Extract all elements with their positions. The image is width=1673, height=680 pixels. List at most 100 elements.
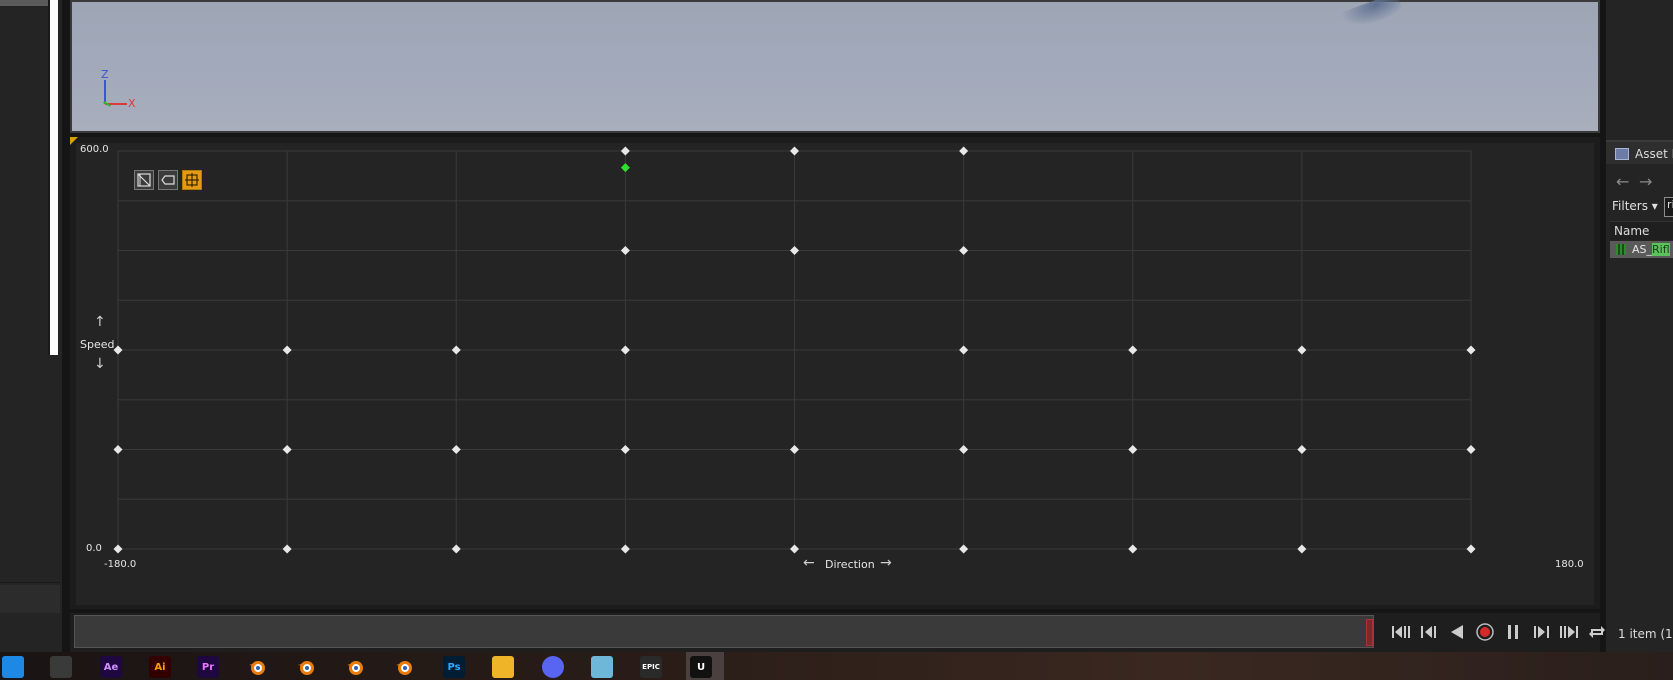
y-axis-down-arrow-icon: ↓ — [94, 356, 106, 372]
app-root: Z X 600.0 0.0 -180.0 180.0 ↑ Speed ↓ ← D… — [0, 0, 1673, 680]
blend-sample-point[interactable] — [959, 146, 969, 156]
blend-sample-point[interactable] — [790, 146, 799, 156]
blend-sample-point[interactable] — [282, 345, 292, 355]
creative-cloud-icon[interactable] — [50, 656, 72, 678]
asset-browser-panel: Asset B ← → Filters ▾ ri Name AS_Rifl 1 … — [1606, 0, 1673, 652]
after-effects-icon[interactable]: Ae — [100, 656, 122, 678]
preview-viewport[interactable]: Z X — [70, 0, 1600, 133]
epic-games-icon[interactable]: EPIC — [640, 656, 662, 678]
blend-sample-point[interactable] — [620, 544, 630, 554]
loop-button[interactable] — [1586, 621, 1608, 643]
blender-icon-4[interactable] — [393, 656, 415, 678]
step-back-button[interactable] — [1418, 621, 1440, 643]
blend-sample-point[interactable] — [282, 445, 292, 454]
timeline-end-marker[interactable] — [1366, 619, 1373, 646]
photoshop-icon[interactable]: Ps — [443, 656, 465, 678]
filters-dropdown[interactable]: Filters ▾ — [1612, 199, 1658, 213]
blender-icon-1[interactable] — [246, 656, 268, 678]
asset-list-row[interactable]: AS_Rifl — [1610, 241, 1673, 258]
blender-icon-3[interactable] — [344, 656, 366, 678]
illustrator-icon-label: Ai — [154, 661, 166, 673]
blend-sample-point[interactable] — [620, 246, 630, 255]
play-reverse-icon — [1451, 625, 1463, 639]
asset-search-input[interactable]: ri — [1664, 197, 1673, 217]
blend-sample-point[interactable] — [113, 445, 123, 454]
blender-icon-2[interactable] — [295, 656, 317, 678]
blend-sample-point[interactable] — [1128, 345, 1138, 355]
premiere-icon-label: Pr — [201, 661, 215, 673]
record-button[interactable] — [1474, 621, 1496, 643]
illustrator-icon[interactable]: Ai — [149, 656, 171, 678]
blend-sample-point[interactable] — [620, 345, 630, 355]
left-panel-tab-strip — [0, 0, 48, 6]
timeline-scrubber[interactable] — [74, 615, 1374, 648]
loop-icon — [1589, 626, 1605, 638]
asset-browser-tab-label: Asset B — [1635, 147, 1673, 161]
blend-sample-point[interactable] — [451, 345, 461, 355]
blend-sample-point[interactable] — [790, 246, 799, 255]
premiere-icon[interactable]: Pr — [197, 656, 219, 678]
y-axis-up-arrow-icon: ↑ — [94, 314, 106, 330]
blend-sample-point[interactable] — [959, 345, 969, 355]
blend-sample-point[interactable] — [620, 445, 630, 454]
x-axis-label: X — [128, 97, 136, 110]
pause-icon — [1508, 625, 1518, 639]
y-axis-line — [103, 101, 111, 107]
blend-sample-point[interactable] — [959, 246, 969, 255]
blender-glyph — [347, 661, 363, 675]
filters-label: Filters — [1612, 199, 1648, 213]
triangulation-toggle-button[interactable] — [134, 170, 154, 190]
skip-to-end-icon — [1560, 626, 1578, 638]
discord-icon[interactable] — [542, 656, 564, 678]
blend-sample-point[interactable] — [1466, 445, 1476, 454]
skip-to-start-button[interactable] — [1390, 621, 1412, 643]
blend-sample-point[interactable] — [113, 345, 123, 355]
blendspace-grid-area[interactable]: 600.0 0.0 -180.0 180.0 ↑ Speed ↓ ← Direc… — [76, 143, 1594, 605]
blender-glyph — [249, 661, 265, 675]
step-forward-button[interactable] — [1530, 621, 1552, 643]
fit-view-button[interactable] — [182, 170, 202, 190]
left-panel-row — [0, 585, 60, 613]
blend-sample-point[interactable] — [959, 445, 969, 454]
left-panel-scrollbar[interactable] — [48, 0, 58, 355]
viewport-mesh-fragment — [1340, 0, 1404, 34]
blend-sample-point[interactable] — [1466, 544, 1476, 554]
transport-controls — [1390, 621, 1608, 643]
left-panel-divider — [0, 582, 60, 583]
blend-sample-point[interactable] — [1128, 445, 1138, 454]
blend-sample-point[interactable] — [282, 544, 292, 554]
pause-button[interactable] — [1502, 621, 1524, 643]
show-labels-button[interactable] — [158, 170, 178, 190]
blend-sample-point[interactable] — [1128, 544, 1138, 554]
blend-sample-point[interactable] — [790, 445, 799, 454]
forward-arrow-icon[interactable]: → — [1639, 172, 1652, 191]
name-column-header: Name — [1614, 224, 1650, 238]
epic-games-icon-label: EPIC — [642, 663, 660, 671]
unreal-engine-icon[interactable]: U — [690, 656, 712, 678]
asset-browser-tab[interactable]: Asset B — [1606, 140, 1673, 164]
fit-view-icon — [185, 173, 199, 187]
blend-sample-point[interactable] — [790, 544, 799, 554]
asset-name-match: Rifl — [1652, 243, 1670, 256]
blend-sample-point[interactable] — [1297, 544, 1307, 554]
preview-position-marker[interactable] — [620, 163, 630, 173]
blend-sample-point[interactable] — [959, 544, 969, 554]
blend-sample-point[interactable] — [451, 544, 461, 554]
blendspace-grid[interactable] — [76, 143, 1594, 605]
blend-sample-point[interactable] — [620, 146, 630, 156]
mail-icon[interactable] — [2, 656, 24, 678]
skip-to-end-button[interactable] — [1558, 621, 1580, 643]
blend-sample-point[interactable] — [113, 544, 123, 554]
blend-sample-point[interactable] — [1466, 345, 1476, 355]
blend-sample-point[interactable] — [1297, 445, 1307, 454]
blend-sample-point[interactable] — [451, 445, 461, 454]
folder-icon[interactable] — [492, 656, 514, 678]
after-effects-icon-label: Ae — [103, 661, 119, 673]
notepad-icon[interactable] — [591, 656, 613, 678]
asset-list-header[interactable]: Name — [1610, 221, 1673, 240]
back-arrow-icon[interactable]: ← — [1616, 172, 1629, 191]
blend-sample-point[interactable] — [1297, 345, 1307, 355]
play-reverse-button[interactable] — [1446, 621, 1468, 643]
step-forward-icon — [1534, 626, 1549, 638]
axis-gizmo: Z X — [96, 68, 146, 118]
